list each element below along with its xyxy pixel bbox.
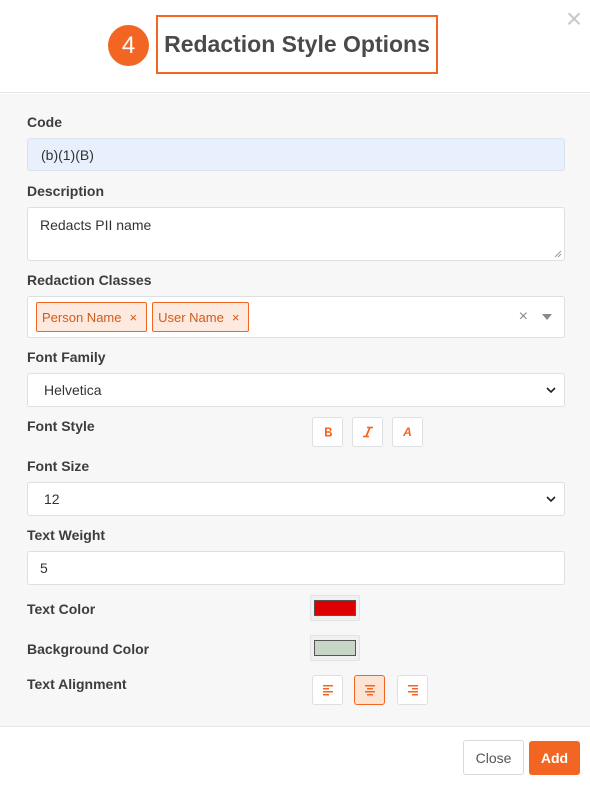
chevron-down-icon — [546, 496, 556, 503]
tag-remove-icon[interactable]: × — [232, 310, 240, 325]
description-textarea[interactable]: Redacts PII name — [27, 207, 565, 261]
code-label: Code — [27, 114, 62, 130]
title-highlight-box: Redaction Style Options — [156, 15, 438, 74]
description-label: Description — [27, 183, 105, 199]
font-family-select[interactable]: Helvetica — [27, 373, 565, 407]
tag-remove-icon[interactable]: × — [129, 310, 137, 325]
italic-icon — [362, 426, 373, 438]
tag-person-name: Person Name × — [36, 302, 148, 332]
align-center-button[interactable] — [354, 675, 385, 705]
align-right-button[interactable] — [397, 675, 428, 705]
align-right-icon — [407, 685, 418, 696]
close-button[interactable]: Close — [463, 740, 524, 775]
tag-label: Person Name — [42, 309, 122, 325]
code-field[interactable]: (b)(1)(B) — [27, 138, 565, 171]
font-family-label: Font Family — [27, 349, 106, 365]
text-weight-label: Text Weight — [27, 527, 106, 543]
modal-header: 4 Redaction Style Options × — [0, 0, 590, 93]
background-color-swatch — [314, 640, 356, 656]
text-alignment-label: Text Alignment — [27, 676, 127, 692]
align-center-icon — [364, 685, 375, 696]
modal-title: Redaction Style Options — [164, 31, 430, 57]
font-family-value: Helvetica — [44, 382, 102, 398]
italic-button[interactable] — [352, 417, 383, 447]
bold-icon — [324, 427, 332, 437]
font-size-label: Font Size — [27, 458, 90, 474]
dropdown-caret-icon[interactable] — [542, 314, 552, 320]
code-value: (b)(1)(B) — [41, 146, 94, 163]
font-size-select[interactable]: 12 — [27, 482, 565, 516]
text-color-label: Text Color — [27, 601, 96, 617]
underline-icon: A — [403, 425, 412, 439]
description-value: Redacts PII name — [40, 217, 152, 233]
tag-label: User Name — [158, 309, 224, 325]
redaction-classes-label: Redaction Classes — [27, 272, 152, 288]
redaction-classes-multiselect[interactable]: Person Name × User Name × × — [27, 296, 565, 338]
selected-tags: Person Name × User Name × — [36, 302, 250, 332]
chevron-down-icon — [546, 387, 556, 394]
align-left-button[interactable] — [312, 675, 343, 705]
clear-all-icon[interactable]: × — [519, 308, 528, 326]
background-color-picker[interactable] — [310, 635, 360, 661]
resize-handle-icon[interactable] — [554, 250, 562, 258]
text-color-swatch — [314, 600, 356, 616]
text-color-picker[interactable] — [310, 595, 360, 621]
tag-user-name: User Name × — [152, 302, 250, 332]
align-left-icon — [322, 685, 333, 696]
multiselect-controls: × — [519, 308, 552, 326]
font-effect-button[interactable]: A — [392, 417, 423, 447]
close-icon[interactable]: × — [563, 5, 585, 33]
text-weight-value: 5 — [40, 560, 48, 576]
background-color-label: Background Color — [27, 641, 150, 657]
font-size-value: 12 — [44, 491, 60, 507]
add-button[interactable]: Add — [529, 741, 580, 775]
step-number-badge: 4 — [108, 25, 149, 66]
text-weight-input[interactable]: 5 — [27, 551, 565, 585]
bold-button[interactable] — [312, 417, 343, 447]
font-style-label: Font Style — [27, 418, 95, 434]
